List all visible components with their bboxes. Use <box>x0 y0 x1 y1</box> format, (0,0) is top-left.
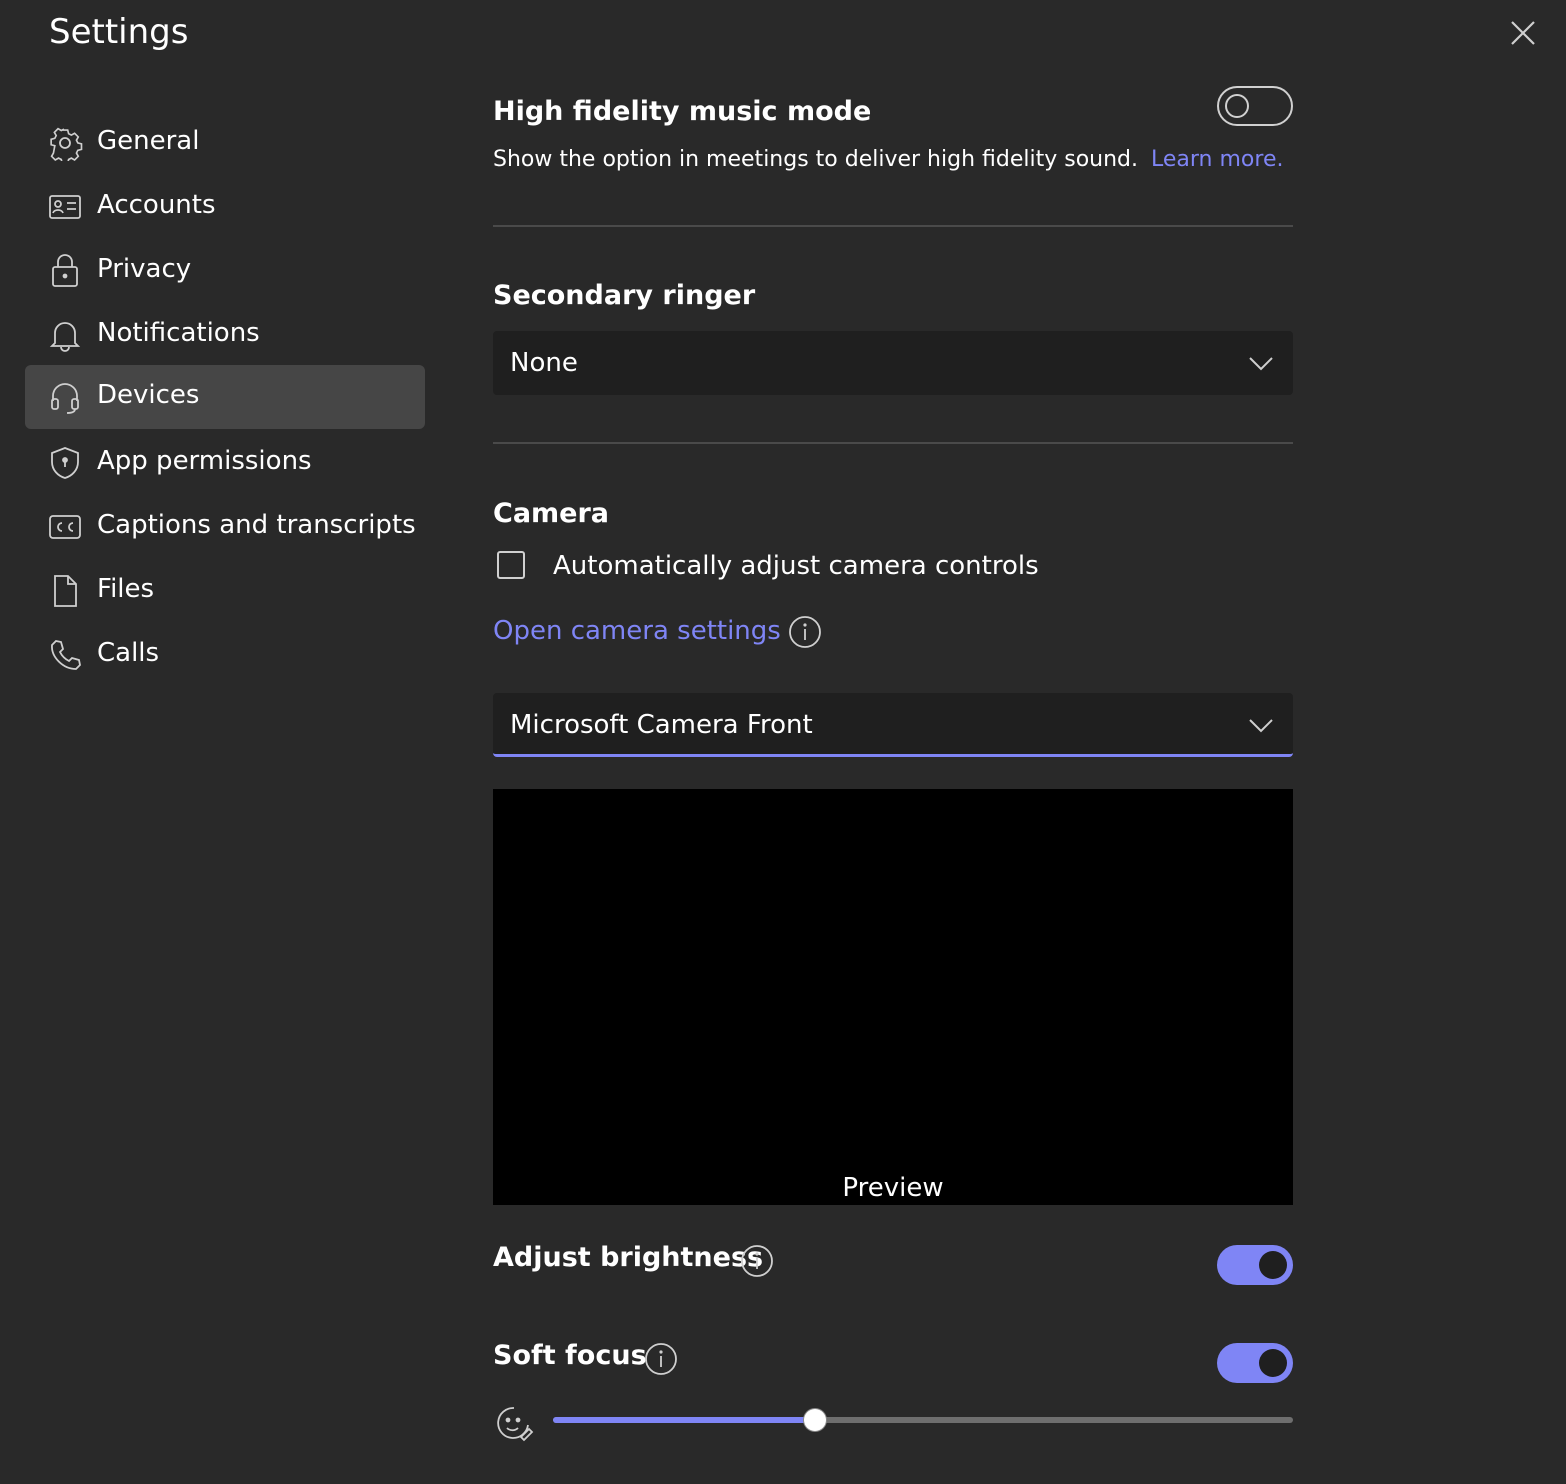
sidebar-item-label: App permissions <box>97 446 312 476</box>
toggle-knob <box>1225 94 1249 118</box>
sidebar-item-calls[interactable]: Calls <box>25 623 425 687</box>
toggle-knob <box>1259 1251 1287 1279</box>
sidebar-item-captions[interactable]: Captions and transcripts <box>25 495 425 559</box>
gear-icon <box>47 125 83 165</box>
hifi-music-description: Show the option in meetings to deliver h… <box>493 147 1283 172</box>
sidebar-item-label: Privacy <box>97 254 192 284</box>
page-title: Settings <box>49 12 189 52</box>
id-card-icon <box>47 189 83 225</box>
sidebar-item-label: Calls <box>97 638 160 668</box>
open-camera-settings-link[interactable]: Open camera settings <box>493 616 781 646</box>
close-button[interactable] <box>1504 14 1542 52</box>
file-icon <box>47 573 83 609</box>
sidebar-item-devices[interactable]: Devices <box>25 365 425 429</box>
soft-focus-toggle[interactable] <box>1217 1343 1293 1383</box>
chevron-down-icon <box>1247 711 1275 739</box>
close-icon <box>1511 21 1535 45</box>
chevron-down-icon <box>1247 349 1275 377</box>
toggle-knob <box>1259 1349 1287 1377</box>
preview-label: Preview <box>842 1173 944 1203</box>
phone-icon <box>47 637 83 673</box>
cc-icon <box>47 509 83 545</box>
learn-more-link[interactable]: Learn more. <box>1151 147 1283 172</box>
sidebar-item-label: Captions and transcripts <box>97 510 416 540</box>
slider-fill <box>553 1417 815 1423</box>
divider <box>493 442 1293 444</box>
camera-device-value: Microsoft Camera Front <box>510 710 813 740</box>
sidebar-item-label: Notifications <box>97 318 260 348</box>
camera-device-dropdown[interactable]: Microsoft Camera Front <box>493 693 1293 757</box>
info-icon[interactable] <box>740 1244 774 1278</box>
face-retouch-icon <box>494 1403 534 1443</box>
info-icon[interactable] <box>644 1342 678 1376</box>
shield-icon <box>47 445 83 481</box>
adjust-brightness-toggle[interactable] <box>1217 1245 1293 1285</box>
secondary-ringer-dropdown[interactable]: None <box>493 331 1293 395</box>
sidebar-item-general[interactable]: General <box>25 111 425 175</box>
headset-icon <box>47 379 83 415</box>
hifi-music-toggle[interactable] <box>1217 86 1293 126</box>
adjust-brightness-heading: Adjust brightness <box>493 1242 764 1273</box>
auto-adjust-camera-checkbox[interactable] <box>497 551 525 579</box>
lock-icon <box>47 253 83 289</box>
sidebar-item-label: Devices <box>97 380 200 410</box>
slider-thumb[interactable] <box>803 1409 826 1431</box>
sidebar-item-notifications[interactable]: Notifications <box>25 303 425 367</box>
divider <box>493 225 1293 227</box>
auto-adjust-camera-label: Automatically adjust camera controls <box>553 551 1039 581</box>
sidebar-item-app-permissions[interactable]: App permissions <box>25 431 425 495</box>
sidebar-item-files[interactable]: Files <box>25 559 425 623</box>
bell-icon <box>47 317 83 353</box>
sidebar-item-accounts[interactable]: Accounts <box>25 175 425 239</box>
hifi-music-heading: High fidelity music mode <box>493 96 872 127</box>
camera-preview: Preview <box>493 789 1293 1205</box>
sidebar-item-label: Files <box>97 574 155 604</box>
secondary-ringer-heading: Secondary ringer <box>493 280 756 311</box>
soft-focus-heading: Soft focus <box>493 1340 647 1371</box>
sidebar-item-label: Accounts <box>97 190 216 220</box>
camera-heading: Camera <box>493 498 610 529</box>
info-icon[interactable] <box>788 615 822 649</box>
hifi-music-description-text: Show the option in meetings to deliver h… <box>493 147 1139 172</box>
secondary-ringer-value: None <box>510 348 578 378</box>
sidebar-item-privacy[interactable]: Privacy <box>25 239 425 303</box>
soft-focus-slider[interactable] <box>553 1409 1293 1431</box>
sidebar-item-label: General <box>97 126 200 156</box>
